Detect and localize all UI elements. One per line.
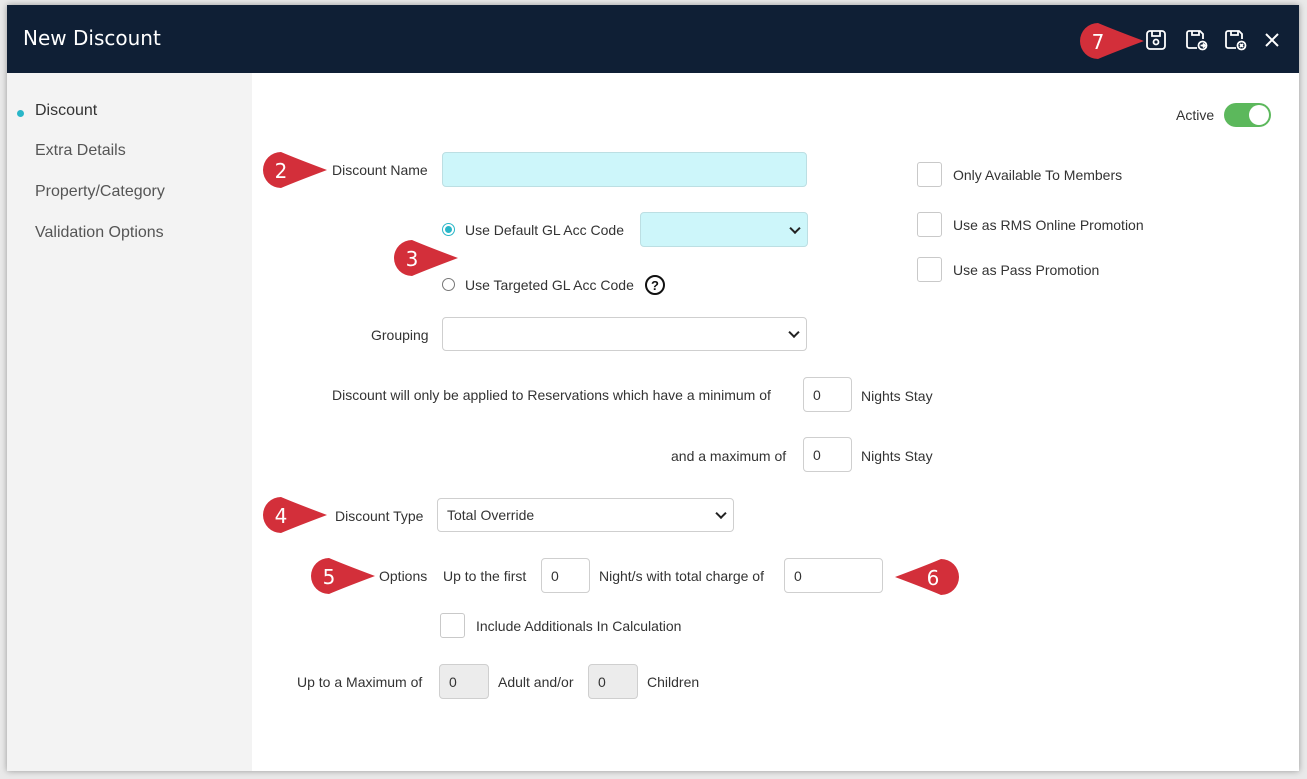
marker-number: 3 [405,247,419,271]
children-input[interactable]: 0 [588,664,638,699]
rms-promo-checkbox[interactable] [917,212,942,237]
discount-type-label: Discount Type [335,508,424,524]
max-nights-label: and a maximum of [671,448,787,464]
adults-input[interactable]: 0 [439,664,489,699]
include-additionals-label: Include Additionals In Calculation [476,618,682,634]
up-to-first-label: Up to the first [443,568,527,584]
default-gl-select[interactable] [640,212,808,247]
max-nights-input[interactable]: 0 [803,437,852,472]
marker-number: 7 [1091,30,1105,54]
callout-marker-3: 3 [392,238,458,278]
callout-marker-2: 2 [261,150,327,190]
include-additionals-checkbox[interactable] [440,613,465,638]
active-toggle[interactable] [1224,103,1271,127]
rms-promo-label: Use as RMS Online Promotion [953,217,1144,233]
grouping-label: Grouping [371,327,429,343]
sidebar-item-validation-options[interactable]: Validation Options [35,224,164,242]
discount-type-select[interactable]: Total Override [437,498,734,532]
discount-name-label: Discount Name [332,162,428,178]
adult-andor-label: Adult and/or [498,674,574,690]
callout-marker-6: 6 [893,557,959,597]
save-and-new-icon[interactable] [1183,27,1209,53]
min-nights-input[interactable]: 0 [803,377,852,412]
members-label: Only Available To Members [953,167,1123,183]
marker-number: 2 [274,159,288,183]
children-label: Children [647,674,700,690]
sidebar-item-extra-details[interactable]: Extra Details [35,142,126,160]
pass-promo-checkbox[interactable] [917,257,942,282]
min-nights-label: Discount will only be applied to Reserva… [332,387,771,403]
options-label: Options [379,568,428,584]
max-label: Up to a Maximum of [297,674,423,690]
sidebar-item-property-category[interactable]: Property/Category [35,183,165,201]
sidebar: Discount Extra Details Property/Category… [7,73,252,771]
max-nights-stay-label: Nights Stay [861,448,933,464]
default-gl-label: Use Default GL Acc Code [465,222,625,238]
marker-number: 5 [322,565,336,589]
marker-number: 6 [926,566,940,590]
callout-marker-4: 4 [261,495,327,535]
nights-total-charge-label: Night/s with total charge of [599,568,764,584]
active-label: Active [1176,107,1215,123]
sidebar-item-discount[interactable]: Discount [35,102,97,120]
grouping-select[interactable] [442,317,807,351]
targeted-gl-label: Use Targeted GL Acc Code [465,277,634,293]
active-indicator-dot [17,110,24,117]
min-nights-stay-label: Nights Stay [861,388,933,404]
marker-number: 4 [274,504,288,528]
help-icon[interactable]: ? [645,275,665,295]
callout-marker-7: 7 [1078,21,1144,61]
save-icon[interactable] [1143,27,1169,53]
up-to-first-input[interactable]: 0 [541,558,590,593]
default-gl-radio[interactable] [442,223,455,236]
discount-name-input[interactable] [442,152,807,187]
targeted-gl-radio[interactable] [442,278,455,291]
callout-marker-5: 5 [309,556,375,596]
window-title: New Discount [23,26,161,50]
save-and-close-icon[interactable] [1222,27,1248,53]
new-discount-window: New Discount Discount Extra Details Prop… [7,5,1299,771]
members-checkbox[interactable] [917,162,942,187]
close-icon[interactable] [1259,27,1285,53]
total-charge-input[interactable]: 0 [784,558,883,593]
pass-promo-label: Use as Pass Promotion [953,262,1100,278]
